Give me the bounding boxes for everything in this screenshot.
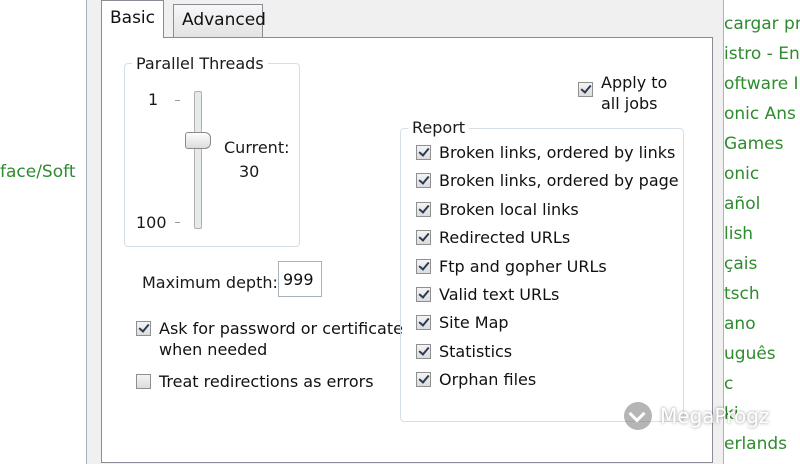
- background-link-item[interactable]: oftware I: [724, 74, 799, 94]
- report-option-label: Orphan files: [439, 370, 537, 390]
- report-option-checkbox[interactable]: Broken local links: [416, 199, 579, 220]
- report-option-label: Broken links, ordered by page: [439, 171, 679, 191]
- checkbox-box[interactable]: [578, 82, 593, 97]
- threads-slider-track[interactable]: [194, 91, 202, 229]
- max-depth-input[interactable]: [278, 261, 322, 297]
- checkbox-box[interactable]: [416, 173, 431, 189]
- tab-panel-basic: Parallel Threads 1 100 Current: 30 Maxim…: [101, 37, 713, 463]
- checkbox-box[interactable]: [416, 287, 431, 302]
- background-link-item[interactable]: c: [724, 374, 733, 394]
- report-option-label: Redirected URLs: [439, 228, 571, 248]
- report-option-checkbox[interactable]: Orphan files: [416, 369, 536, 390]
- background-link-item[interactable]: lish: [724, 224, 753, 244]
- tab-advanced[interactable]: Advanced: [173, 4, 266, 37]
- report-option-checkbox[interactable]: Statistics: [416, 341, 512, 362]
- report-option-label: Broken links, ordered by links: [439, 143, 676, 162]
- treat-redirections-checkbox[interactable]: Treat redirections as errors: [136, 371, 374, 392]
- threads-max-label: 100: [136, 213, 167, 232]
- report-option-checkbox[interactable]: Broken links, ordered by page: [416, 170, 679, 191]
- threads-min-label: 1: [148, 90, 159, 109]
- background-link-item[interactable]: onic Ans: [724, 104, 796, 124]
- background-link-item[interactable]: añol: [724, 194, 760, 214]
- megaprogz-logo-icon: [624, 402, 652, 430]
- report-option-label: Broken local links: [439, 199, 579, 219]
- slider-tick-bottom: [175, 222, 180, 223]
- checkbox-box[interactable]: [416, 258, 431, 274]
- report-option-checkbox[interactable]: Broken links, ordered by links: [416, 142, 675, 163]
- report-option-label: Site Map: [439, 313, 509, 333]
- watermark-text: MegaProgz: [660, 404, 770, 428]
- checkbox-box[interactable]: [416, 145, 431, 160]
- ask-password-checkbox[interactable]: Ask for password or certificate when nee…: [136, 318, 403, 360]
- parallel-threads-legend: Parallel Threads: [132, 54, 268, 73]
- report-option-label: Valid text URLs: [439, 285, 560, 304]
- report-option-checkbox[interactable]: Ftp and gopher URLs: [416, 256, 607, 277]
- apply-all-jobs-label: Apply to all jobs: [601, 73, 668, 113]
- checkbox-box[interactable]: [416, 343, 431, 359]
- background-link-item[interactable]: uguês: [724, 344, 776, 364]
- checkbox-box[interactable]: [416, 230, 431, 246]
- checkbox-box[interactable]: [416, 201, 431, 217]
- threads-slider-thumb[interactable]: [185, 131, 211, 149]
- background-link-item[interactable]: erlands: [724, 434, 787, 454]
- report-option-checkbox[interactable]: Site Map: [416, 312, 509, 333]
- apply-all-jobs-checkbox[interactable]: Apply to all jobs: [578, 72, 667, 114]
- checkbox-box[interactable]: [136, 374, 151, 389]
- threads-current-label: Current:: [224, 138, 290, 157]
- max-depth-label: Maximum depth:: [142, 273, 278, 292]
- background-link-item[interactable]: onic: [724, 164, 759, 184]
- watermark: MegaProgz: [624, 402, 769, 430]
- slider-tick-top: [175, 100, 180, 101]
- report-option-label: Statistics: [439, 341, 513, 361]
- treat-redirections-label: Treat redirections as errors: [159, 372, 374, 391]
- dialog-window: Advanced Basic Parallel Threads 1 100 Cu…: [86, 0, 724, 464]
- report-option-checkbox[interactable]: Valid text URLs: [416, 284, 559, 305]
- background-link-item[interactable]: ano: [724, 314, 756, 334]
- checkbox-box[interactable]: [136, 321, 151, 336]
- background-link-item[interactable]: istro - En: [724, 44, 800, 64]
- background-link-item[interactable]: tsch: [724, 284, 760, 304]
- tab-basic[interactable]: Basic: [101, 0, 165, 38]
- checkbox-box[interactable]: [416, 372, 431, 388]
- background-link-item[interactable]: Games: [724, 134, 783, 154]
- ask-password-label: Ask for password or certificate when nee…: [159, 319, 403, 359]
- report-option-checkbox[interactable]: Redirected URLs: [416, 227, 570, 248]
- report-option-label: Ftp and gopher URLs: [439, 256, 607, 276]
- background-link-item[interactable]: çais: [724, 254, 757, 274]
- threads-current-value: 30: [239, 162, 260, 181]
- checkbox-box[interactable]: [416, 315, 431, 331]
- report-legend: Report: [408, 118, 470, 137]
- background-link-item[interactable]: cargar pr: [724, 14, 800, 34]
